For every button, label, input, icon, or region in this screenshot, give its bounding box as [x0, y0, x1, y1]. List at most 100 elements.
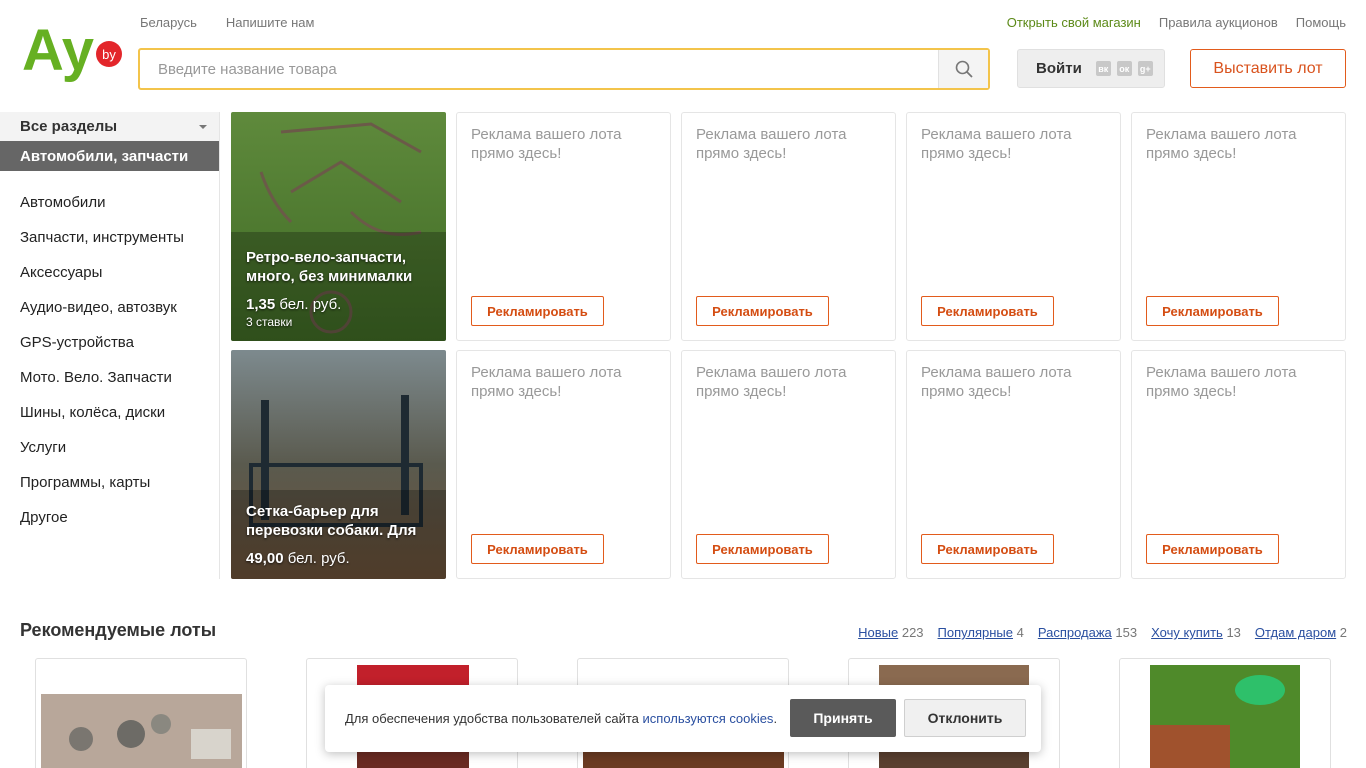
- sidebar-item[interactable]: Запчасти, инструменты: [0, 220, 219, 255]
- advertise-button[interactable]: Рекламировать: [921, 296, 1054, 326]
- ad-text: Реклама вашего лота прямо здесь!: [471, 126, 622, 162]
- lot-info: Сетка-барьер для перевозки собаки. Для 4…: [246, 502, 436, 567]
- price-value: 49,00: [246, 550, 284, 567]
- cookie-period: .: [773, 711, 778, 726]
- recommended-photo: [41, 694, 242, 768]
- vk-icon[interactable]: вк: [1095, 61, 1111, 76]
- price-currency: бел. руб.: [279, 296, 342, 313]
- ad-slot: Реклама вашего лота прямо здесь! Реклами…: [1131, 350, 1346, 579]
- ad-slot: Реклама вашего лота прямо здесь! Реклами…: [906, 350, 1121, 579]
- ad-text: Реклама вашего лота прямо здесь!: [696, 126, 847, 162]
- sidebar-item[interactable]: Автомобили: [0, 185, 219, 220]
- ad-text: Реклама вашего лота прямо здесь!: [1146, 126, 1297, 162]
- category-list: Автомобили Запчасти, инструменты Аксессу…: [0, 185, 219, 535]
- advertise-button[interactable]: Рекламировать: [471, 534, 604, 564]
- site-logo[interactable]: Ay by: [22, 18, 126, 84]
- lot-card[interactable]: Сетка-барьер для перевозки собаки. Для 4…: [231, 350, 446, 579]
- logo-text: Ay: [22, 20, 94, 83]
- lot-info: Ретро-вело-запчасти, много, без минималк…: [246, 248, 436, 329]
- advertise-button[interactable]: Рекламировать: [696, 534, 829, 564]
- ad-slot: Реклама вашего лота прямо здесь! Реклами…: [456, 350, 671, 579]
- sidebar-item[interactable]: Программы, карты: [0, 465, 219, 500]
- price-value: 1,35: [246, 296, 276, 313]
- ad-slot: Реклама вашего лота прямо здесь! Реклами…: [681, 112, 896, 341]
- lot-title: Сетка-барьер для перевозки собаки. Для: [246, 503, 417, 539]
- sidebar-item[interactable]: Другое: [0, 500, 219, 535]
- ad-slot: Реклама вашего лота прямо здесь! Реклами…: [456, 112, 671, 341]
- advertise-button[interactable]: Рекламировать: [471, 296, 604, 326]
- sidebar-item[interactable]: GPS-устройства: [0, 325, 219, 360]
- ad-text: Реклама вашего лота прямо здесь!: [921, 126, 1072, 162]
- tab-sale: Распродажа 153: [1038, 625, 1137, 640]
- lot-price: 49,00 бел. руб.: [246, 550, 436, 567]
- lot-card[interactable]: Ретро-вело-запчасти, много, без минималк…: [231, 112, 446, 341]
- tab-popular: Популярные 4: [938, 625, 1024, 640]
- ad-slot: Реклама вашего лота прямо здесь! Реклами…: [681, 350, 896, 579]
- cookie-text: Для обеспечения удобства пользователей с…: [345, 711, 777, 726]
- top-links-right: Открыть свой магазин Правила аукционов П…: [1007, 15, 1346, 30]
- tab-want-buy: Хочу купить 13: [1151, 625, 1241, 640]
- cookie-message: Для обеспечения удобства пользователей с…: [345, 711, 643, 726]
- contact-link[interactable]: Напишите нам: [226, 15, 315, 30]
- tab-sale-link[interactable]: Распродажа: [1038, 625, 1112, 640]
- google-plus-icon[interactable]: g+: [1137, 61, 1153, 76]
- cookie-banner: Для обеспечения удобства пользователей с…: [325, 685, 1041, 752]
- sidebar-item[interactable]: Шины, колёса, диски: [0, 395, 219, 430]
- category-sidebar: Все разделы Автомобили, запчасти Автомоб…: [0, 112, 220, 579]
- tab-new-link[interactable]: Новые: [858, 625, 898, 640]
- search-bar: [138, 48, 990, 90]
- lot-price: 1,35 бел. руб.: [246, 296, 436, 313]
- logo-badge: by: [102, 47, 116, 62]
- search-input[interactable]: [140, 50, 938, 88]
- sell-lot-button[interactable]: Выставить лот: [1190, 49, 1346, 88]
- recommended-card[interactable]: [35, 658, 247, 768]
- page: Ay by Беларусь Напишите нам Открыть свой…: [0, 0, 1366, 768]
- sidebar-item[interactable]: Услуги: [0, 430, 219, 465]
- ad-text: Реклама вашего лота прямо здесь!: [696, 364, 847, 400]
- advertise-button[interactable]: Рекламировать: [1146, 534, 1279, 564]
- ad-slot: Реклама вашего лота прямо здесь! Реклами…: [1131, 112, 1346, 341]
- tab-popular-link[interactable]: Популярные: [938, 625, 1013, 640]
- help-link[interactable]: Помощь: [1296, 15, 1346, 30]
- chevron-down-icon: [199, 124, 207, 129]
- top-links-left: Беларусь Напишите нам: [140, 15, 314, 30]
- search-icon: [955, 60, 973, 78]
- region-link[interactable]: Беларусь: [140, 15, 197, 30]
- tab-want-buy-link[interactable]: Хочу купить: [1151, 625, 1223, 640]
- tab-count: 13: [1226, 625, 1241, 640]
- search-button[interactable]: [938, 50, 988, 88]
- ad-text: Реклама вашего лота прямо здесь!: [471, 364, 622, 400]
- price-currency: бел. руб.: [287, 550, 350, 567]
- tab-free: Отдам даром 2: [1255, 625, 1347, 640]
- ad-text: Реклама вашего лота прямо здесь!: [921, 364, 1072, 400]
- all-sections-label: Все разделы: [20, 118, 118, 135]
- recommended-title: Рекомендуемые лоты: [20, 620, 217, 640]
- sidebar-item[interactable]: Мото. Вело. Запчасти: [0, 360, 219, 395]
- cookies-link[interactable]: используются cookies: [643, 711, 774, 726]
- recommended-tabs: Новые 223 Популярные 4 Распродажа 153 Хо…: [858, 625, 1347, 640]
- advertise-button[interactable]: Рекламировать: [1146, 296, 1279, 326]
- recommended-photo: [1150, 665, 1300, 768]
- login-button[interactable]: Войти вк ок g+: [1017, 49, 1165, 88]
- advertise-button[interactable]: Рекламировать: [696, 296, 829, 326]
- sidebar-item[interactable]: Аксессуары: [0, 255, 219, 290]
- lot-title: Ретро-вело-запчасти, много, без минималк…: [246, 249, 413, 285]
- tab-count: 4: [1016, 625, 1024, 640]
- recommended-card[interactable]: [1119, 658, 1331, 768]
- lot-bids: 3 ставки: [246, 315, 293, 329]
- tab-count: 2: [1339, 625, 1347, 640]
- tab-new: Новые 223: [858, 625, 923, 640]
- login-label: Войти: [1036, 60, 1082, 77]
- decline-cookies-button[interactable]: Отклонить: [904, 699, 1026, 737]
- all-sections-dropdown[interactable]: Все разделы: [0, 112, 219, 141]
- advertise-button[interactable]: Рекламировать: [921, 534, 1054, 564]
- open-shop-link[interactable]: Открыть свой магазин: [1007, 15, 1141, 30]
- tab-count: 223: [901, 625, 924, 640]
- accept-cookies-button[interactable]: Принять: [790, 699, 896, 737]
- sidebar-item[interactable]: Аудио-видео, автозвук: [0, 290, 219, 325]
- odnoklassniki-icon[interactable]: ок: [1116, 61, 1132, 76]
- sidebar-item-active[interactable]: Автомобили, запчасти: [0, 141, 219, 171]
- auction-rules-link[interactable]: Правила аукционов: [1159, 15, 1278, 30]
- ad-slot: Реклама вашего лота прямо здесь! Реклами…: [906, 112, 1121, 341]
- tab-free-link[interactable]: Отдам даром: [1255, 625, 1336, 640]
